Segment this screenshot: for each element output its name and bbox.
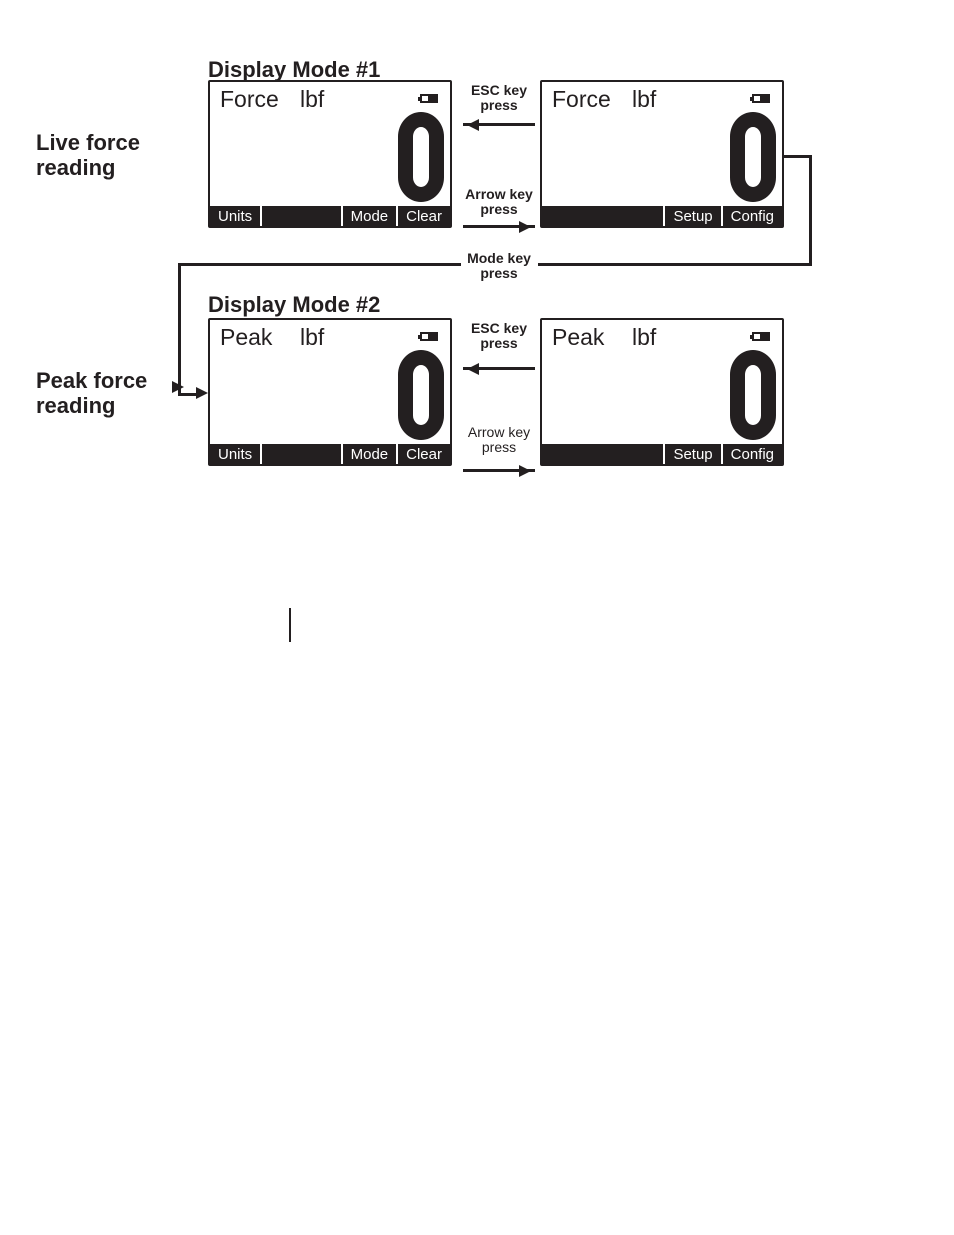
arrow-esc-2	[463, 367, 535, 370]
panel-peak-main-softbar: Units Mode Clear	[210, 444, 450, 464]
arrow-arrow-2	[463, 469, 535, 472]
battery-icon	[420, 94, 438, 103]
softkey-clear[interactable]: Clear	[398, 206, 450, 226]
panel-live-main-unit: lbf	[300, 86, 324, 113]
softkey-clear[interactable]: Clear	[398, 444, 450, 464]
label-arrow-2: Arrow key press	[463, 425, 535, 454]
panel-peak-menu: Peak lbf Setup Config	[540, 318, 784, 466]
heading-mode-2: Display Mode #2	[208, 292, 380, 318]
battery-icon	[420, 332, 438, 341]
panel-peak-menu-title: Peak	[552, 324, 604, 351]
softkey-config[interactable]: Config	[723, 444, 782, 464]
panel-live-menu-softbar: Setup Config	[542, 206, 782, 226]
softkey-mode[interactable]: Mode	[343, 206, 397, 226]
panel-live-main-value	[398, 112, 444, 202]
softkey-mode[interactable]: Mode	[343, 444, 397, 464]
label-mode: Mode key press	[461, 251, 537, 280]
panel-live-menu-unit: lbf	[632, 86, 656, 113]
connector-line	[809, 155, 812, 263]
arrow-esc-1	[463, 123, 535, 126]
panel-live-menu: Force lbf Setup Config	[540, 80, 784, 228]
panel-live-main-title: Force	[220, 86, 279, 113]
panel-peak-menu-unit: lbf	[632, 324, 656, 351]
text-cursor-artifact	[289, 608, 291, 642]
panel-live-menu-title: Force	[552, 86, 611, 113]
label-arrow-1: Arrow key press	[463, 187, 535, 216]
connector-line	[538, 263, 812, 266]
connector-line	[784, 155, 812, 158]
panel-peak-menu-value	[730, 350, 776, 440]
softkey-setup[interactable]: Setup	[665, 444, 720, 464]
panel-live-menu-value	[730, 112, 776, 202]
side-label-live-text: Live force reading	[36, 130, 140, 180]
panel-peak-menu-softbar: Setup Config	[542, 444, 782, 464]
side-label-peak-text: Peak force reading	[36, 368, 147, 418]
panel-live-main-softbar: Units Mode Clear	[210, 206, 450, 226]
battery-icon	[752, 332, 770, 341]
panel-peak-main-value	[398, 350, 444, 440]
label-esc-1: ESC key press	[463, 83, 535, 112]
panel-peak-main: Peak lbf Units Mode Clear	[208, 318, 452, 466]
label-esc-2: ESC key press	[463, 321, 535, 350]
side-label-peak: Peak force reading	[36, 368, 196, 419]
panel-live-main: Force lbf Units Mode Clear	[208, 80, 452, 228]
panel-peak-main-unit: lbf	[300, 324, 324, 351]
battery-icon	[752, 94, 770, 103]
softkey-units[interactable]: Units	[210, 206, 260, 226]
side-label-live: Live force reading	[36, 130, 196, 181]
softkey-setup[interactable]: Setup	[665, 206, 720, 226]
softkey-units[interactable]: Units	[210, 444, 260, 464]
softkey-config[interactable]: Config	[723, 206, 782, 226]
panel-peak-main-title: Peak	[220, 324, 272, 351]
arrow-arrow-1	[463, 225, 535, 228]
connector-line	[178, 263, 461, 266]
